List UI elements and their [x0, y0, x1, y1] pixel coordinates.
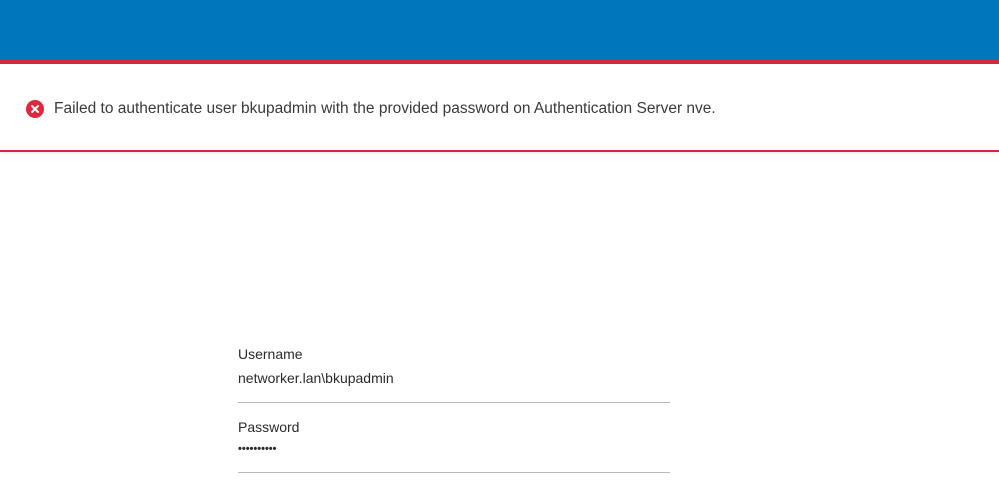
top-bar — [0, 0, 999, 60]
username-label: Username — [238, 346, 303, 362]
password-label: Password — [238, 419, 300, 435]
password-field[interactable]: Password •••••••••• — [238, 418, 670, 473]
error-alert: Failed to authenticate user bkupadmin wi… — [0, 64, 999, 152]
error-message: Failed to authenticate user bkupadmin wi… — [54, 100, 716, 117]
password-input[interactable]: •••••••••• — [238, 440, 277, 458]
username-input[interactable]: networker.lan\bkupadmin — [238, 369, 394, 387]
error-circle-icon — [26, 100, 44, 118]
username-field[interactable]: Username networker.lan\bkupadmin — [238, 345, 670, 403]
